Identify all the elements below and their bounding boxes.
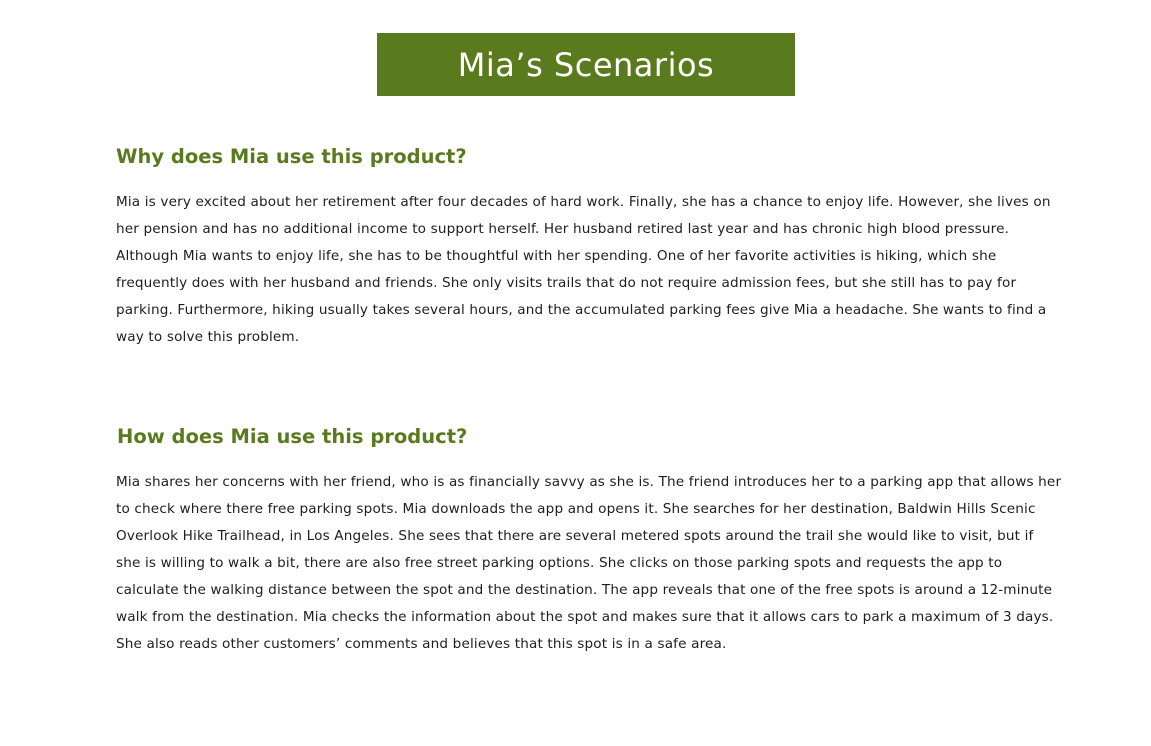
title-banner: Mia’s Scenarios (377, 33, 795, 96)
section-body-why: Mia is very excited about her retirement… (116, 194, 1051, 345)
section-how: How does Mia use this product? Mia share… (116, 423, 1062, 658)
section-why: Why does Mia use this product? Mia is ve… (116, 143, 1061, 351)
page-title: Mia’s Scenarios (457, 45, 715, 84)
section-heading-why: Why does Mia use this product? (116, 145, 467, 168)
section-heading-how: How does Mia use this product? (117, 425, 468, 448)
section-body-how: Mia shares her concerns with her friend,… (116, 474, 1062, 652)
